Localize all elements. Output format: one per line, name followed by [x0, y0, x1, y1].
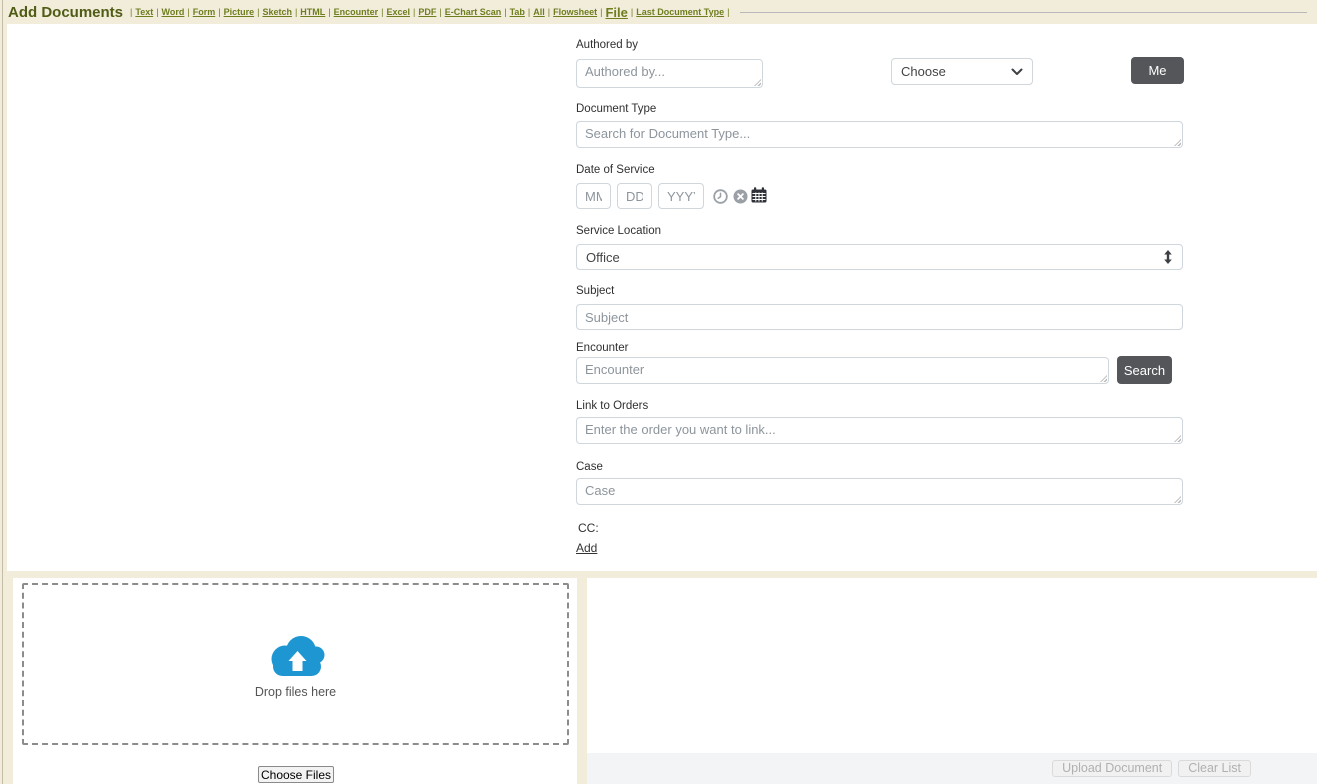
dropzone[interactable]: Drop files here — [22, 583, 569, 745]
upload-footer: Upload Document Clear List — [587, 753, 1317, 784]
document-type-input[interactable] — [576, 121, 1183, 148]
case-field — [576, 478, 1183, 505]
link-to-orders-field — [576, 417, 1183, 444]
link-html[interactable]: HTML — [300, 7, 325, 17]
encounter-label: Encounter — [576, 342, 628, 354]
dos-day-field — [617, 183, 652, 209]
cc-label: CC: — [578, 521, 599, 535]
dos-month-input[interactable] — [576, 183, 611, 209]
left-border — [2, 0, 3, 784]
page-title: Add Documents — [8, 4, 123, 21]
upload-document-button[interactable]: Upload Document — [1052, 760, 1172, 777]
nav-separator: | — [328, 7, 330, 17]
link-to-orders-input[interactable] — [576, 417, 1183, 444]
nav-separator: | — [504, 7, 506, 17]
nav-separator: | — [727, 7, 729, 17]
nav-separator: | — [600, 7, 602, 17]
encounter-field — [576, 357, 1109, 384]
link-tab[interactable]: Tab — [510, 7, 525, 17]
link-to-orders-label: Link to Orders — [576, 400, 648, 412]
nav-separator: | — [528, 7, 530, 17]
date-of-service-label: Date of Service — [576, 164, 655, 176]
clear-date-icon[interactable] — [732, 188, 748, 204]
encounter-search-button[interactable]: Search — [1117, 356, 1172, 384]
nav-separator: | — [187, 7, 189, 17]
link-last-document-type[interactable]: Last Document Type — [636, 7, 724, 17]
nav-separator: | — [413, 7, 415, 17]
choose-select-value: Choose — [901, 64, 946, 79]
link-encounter[interactable]: Encounter — [334, 7, 379, 17]
nav-separator: | — [631, 7, 633, 17]
choose-files-button[interactable]: Choose Files — [258, 766, 334, 783]
link-excel[interactable]: Excel — [387, 7, 411, 17]
link-all[interactable]: All — [533, 7, 545, 17]
authored-by-choose-select[interactable]: Choose — [891, 58, 1033, 85]
cc-add-link[interactable]: Add — [576, 541, 597, 555]
file-drop-panel: Drop files here Choose Files — [13, 578, 577, 784]
link-flowsheet[interactable]: Flowsheet — [553, 7, 597, 17]
link-text[interactable]: Text — [135, 7, 153, 17]
clear-list-button[interactable]: Clear List — [1178, 760, 1251, 777]
subject-label: Subject — [576, 285, 614, 297]
clock-icon[interactable] — [712, 188, 728, 204]
nav-separator: | — [381, 7, 383, 17]
nav-separator: | — [218, 7, 220, 17]
link-pdf[interactable]: PDF — [418, 7, 436, 17]
subject-input[interactable] — [576, 304, 1183, 330]
case-input[interactable] — [576, 478, 1183, 505]
authored-by-label: Authored by — [576, 39, 638, 51]
case-label: Case — [576, 461, 603, 473]
nav-separator: | — [130, 7, 132, 17]
nav-separator: | — [548, 7, 550, 17]
link-file[interactable]: File — [605, 5, 627, 20]
dos-month-field — [576, 183, 611, 209]
nav-separator: | — [295, 7, 297, 17]
service-location-value: Office — [586, 250, 620, 265]
cloud-upload-icon — [264, 630, 328, 678]
nav-separator: | — [156, 7, 158, 17]
document-type-label: Document Type — [576, 103, 656, 115]
calendar-icon[interactable] — [751, 187, 767, 203]
me-button[interactable]: Me — [1131, 57, 1184, 84]
encounter-input[interactable] — [576, 357, 1109, 384]
select-arrows-icon — [1163, 250, 1173, 264]
header-bar: Add Documents | Text | Word | Form | Pic… — [4, 0, 1317, 24]
header-rule — [740, 12, 1307, 13]
drop-files-text: Drop files here — [255, 685, 336, 699]
authored-by-input[interactable] — [576, 59, 763, 88]
link-picture[interactable]: Picture — [224, 7, 255, 17]
link-sketch[interactable]: Sketch — [262, 7, 292, 17]
link-word[interactable]: Word — [162, 7, 185, 17]
authored-by-field — [576, 59, 763, 88]
nav-separator: | — [439, 7, 441, 17]
subject-field — [576, 304, 1183, 330]
document-type-field — [576, 121, 1183, 148]
link-e-chart-scan[interactable]: E-Chart Scan — [445, 7, 502, 17]
service-location-select[interactable]: Office — [576, 244, 1183, 270]
service-location-label: Service Location — [576, 225, 661, 237]
document-type-nav: | Text | Word | Form | Picture | Sketch … — [127, 5, 732, 20]
chevron-down-icon — [1011, 68, 1023, 76]
dos-year-input[interactable] — [658, 183, 704, 209]
link-form[interactable]: Form — [193, 7, 216, 17]
dos-day-input[interactable] — [617, 183, 652, 209]
nav-separator: | — [257, 7, 259, 17]
dos-year-field — [658, 183, 704, 209]
upload-list-panel: Upload Document Clear List — [587, 578, 1317, 784]
